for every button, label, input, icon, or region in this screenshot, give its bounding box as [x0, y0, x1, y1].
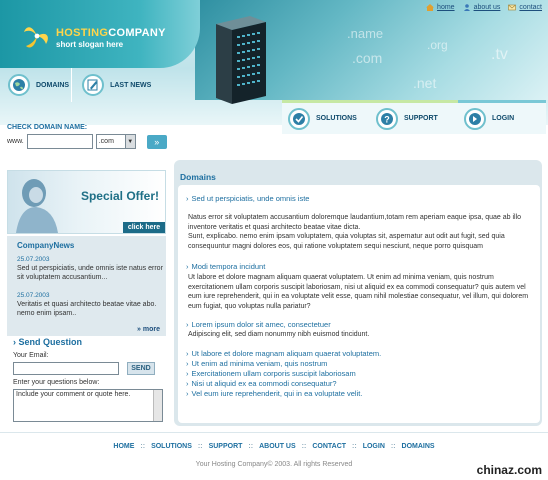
footer-nav: HOME :: SOLUTIONS :: SUPPORT :: ABOUT US…: [0, 443, 548, 450]
content-link[interactable]: Modi tempora incidunt: [186, 262, 266, 271]
content-paragraph: Sunt, explicabo. nemo enim ipsam volupta…: [188, 233, 505, 250]
news-item[interactable]: 25.07.2003 Veritatis et quasi architecto…: [17, 292, 163, 318]
click-here-link[interactable]: click here: [123, 222, 165, 233]
content-paragraph: Adipiscing elit, sed diam nonummy nibh e…: [188, 331, 370, 338]
brand-name: HOSTINGCOMPANY: [56, 27, 166, 39]
main-title: Domains: [180, 172, 216, 182]
content-link[interactable]: Sed ut perspiciatis, unde omnis iste: [186, 194, 310, 203]
special-offer-title: Special Offer!: [80, 189, 159, 203]
content-paragraph: Ut labore et dolore magnam aliquam quaer…: [188, 274, 529, 310]
question-textarea[interactable]: Include your comment or quote here.: [13, 389, 163, 422]
company-news: CompanyNews 25.07.2003 Sed ut perspiciat…: [7, 236, 166, 336]
globe-icon: [13, 79, 25, 91]
nav-support[interactable]: ? SUPPORT: [370, 100, 458, 134]
top-link-about[interactable]: about us: [463, 4, 500, 11]
sidebar: Special Offer! click here CompanyNews 25…: [3, 160, 166, 426]
footer-link-about-us[interactable]: ABOUT US: [259, 443, 296, 450]
news-text: Sed ut perspiciatis, unde omnis iste nat…: [17, 265, 163, 281]
news-heading: CompanyNews: [17, 241, 75, 250]
more-link[interactable]: » more: [137, 326, 160, 333]
check-icon: [293, 112, 305, 125]
nav-left: DOMAINS LAST NEWS: [0, 68, 200, 102]
woman-illustration: [16, 179, 58, 233]
copyright-text: Your Hosting Company© 2003. All rights R…: [195, 461, 353, 468]
footer-separator: ::: [248, 443, 254, 450]
nav-right: SOLUTIONS ? SUPPORT LOGIN: [282, 100, 548, 134]
header-word: .org: [427, 38, 448, 52]
email-field[interactable]: [13, 362, 119, 375]
news-item[interactable]: 25.07.2003 Sed ut perspiciatis, unde omn…: [17, 256, 163, 282]
footer-link-login[interactable]: LOGIN: [363, 443, 385, 450]
main-panel: Sed ut perspiciatis, unde omnis iste Nat…: [178, 185, 540, 423]
content-link[interactable]: Lorem ipsum dolor sit amec, consectetuer: [186, 320, 331, 329]
main-content: Domains Sed ut perspiciatis, unde omnis …: [174, 160, 542, 426]
content-paragraph: Natus error sit voluptatem accusantium d…: [188, 214, 522, 231]
top-link-contact[interactable]: contact: [508, 4, 542, 11]
news-text: Veritatis et quasi architecto beatae vit…: [17, 301, 157, 317]
list-item[interactable]: Ut enim ad minima veniam, quis nostrum: [186, 359, 328, 368]
news-date: 25.07.2003: [17, 256, 50, 263]
pencil-icon: [87, 79, 98, 91]
footer-separator: ::: [140, 443, 146, 450]
home-icon: [426, 4, 435, 11]
check-domain-form: CHECK DOMAIN NAME: www. .com ▼ »: [7, 124, 167, 149]
list-item[interactable]: Nisi ut aliquid ex ea commodi consequatu…: [186, 379, 337, 388]
footer-link-solutions[interactable]: SOLUTIONS: [151, 443, 192, 450]
watermark: chinaz.com: [476, 463, 542, 477]
footer-link-contact[interactable]: CONTACT: [312, 443, 346, 450]
send-question-form: › Send Question Your Email: SEND Enter y…: [7, 336, 166, 426]
svg-text:?: ?: [384, 114, 390, 124]
envelope-icon: [508, 4, 517, 11]
list-item[interactable]: Exercitationem ullam corporis suscipit l…: [186, 369, 356, 378]
footer-separator: ::: [197, 443, 203, 450]
person-icon: [463, 4, 470, 11]
nav-login[interactable]: LOGIN: [458, 100, 546, 134]
go-button[interactable]: »: [146, 134, 167, 149]
header-word: .net: [413, 75, 437, 91]
send-question-title: › Send Question: [13, 337, 83, 347]
footer-separator: ::: [390, 443, 396, 450]
questions-label: Enter your questions below:: [13, 379, 100, 386]
server-illustration: [216, 16, 266, 104]
login-icon: [469, 112, 481, 125]
footer-separator: ::: [352, 443, 357, 450]
question-icon: ?: [381, 112, 393, 125]
textarea-scrollbar[interactable]: [153, 390, 162, 421]
www-prefix: www.: [7, 138, 24, 145]
email-label: Your Email:: [13, 352, 49, 359]
chevron-down-icon: ▼: [124, 135, 135, 148]
brand-slogan: short slogan here: [56, 40, 124, 49]
nav-domains[interactable]: DOMAINS: [0, 68, 69, 102]
footer-link-home[interactable]: HOME: [113, 443, 134, 450]
header-word: .com: [352, 50, 383, 66]
page: .name .org .com .tv .net home about us c…: [0, 0, 548, 480]
list-item[interactable]: Vel eum iure reprehenderit, qui in ea vo…: [186, 389, 363, 398]
header-word: .name: [347, 26, 384, 41]
check-domain-label: CHECK DOMAIN NAME:: [7, 124, 88, 131]
tld-select[interactable]: .com ▼: [95, 134, 136, 149]
domain-input[interactable]: [26, 134, 93, 149]
footer-link-support[interactable]: SUPPORT: [209, 443, 243, 450]
nav-solutions[interactable]: SOLUTIONS: [282, 100, 370, 134]
footer: HOME :: SOLUTIONS :: SUPPORT :: ABOUT US…: [0, 432, 548, 480]
logo-icon: [24, 27, 48, 48]
top-link-home[interactable]: home: [426, 4, 455, 11]
footer-separator: ::: [301, 443, 307, 450]
list-item[interactable]: Ut labore et dolore magnam aliquam quaer…: [186, 349, 382, 358]
header-word: .tv: [491, 46, 508, 63]
news-date: 25.07.2003: [17, 292, 50, 299]
send-button[interactable]: SEND: [127, 362, 155, 375]
special-offer-banner[interactable]: Special Offer! click here: [7, 170, 166, 234]
footer-link-domains[interactable]: DOMAINS: [402, 443, 435, 450]
top-links: home about us contact: [426, 4, 542, 11]
nav-divider: [71, 68, 73, 102]
nav-last-news[interactable]: LAST NEWS: [74, 68, 151, 102]
